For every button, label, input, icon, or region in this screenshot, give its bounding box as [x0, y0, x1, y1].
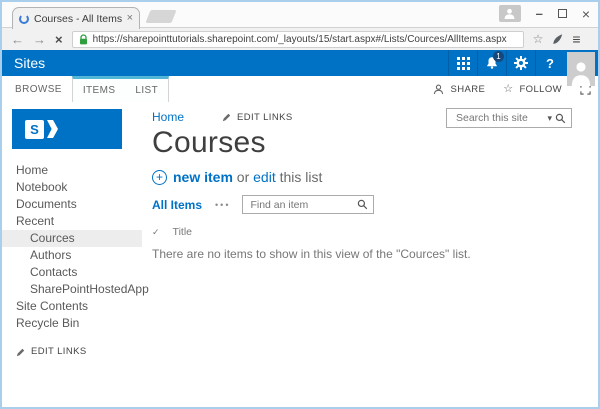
site-search-box[interactable]: ▾ — [446, 108, 572, 128]
forward-icon[interactable]: → — [33, 33, 46, 46]
select-all-check-icon[interactable]: ✓ — [152, 227, 160, 238]
maximize-icon[interactable] — [557, 9, 567, 18]
profile-person-icon — [504, 8, 515, 19]
sidebar: S Home Notebook Documents Recent Cources… — [2, 102, 149, 407]
browser-titlebar: Courses - All Items × – × — [2, 2, 598, 29]
sidebar-item-recent[interactable]: Recent — [2, 213, 142, 230]
this-list-text: this list — [279, 169, 323, 185]
help-icon: ? — [546, 55, 554, 71]
tab-items[interactable]: ITEMS — [73, 79, 126, 102]
menu-icon[interactable]: ≡ — [572, 32, 580, 46]
browser-tab[interactable]: Courses - All Items × — [12, 7, 140, 29]
suite-bar: Sites 1 ? — [2, 50, 598, 86]
find-item-box[interactable] — [242, 195, 375, 214]
breadcrumb-home-link[interactable]: Home — [152, 110, 184, 124]
sharepoint-logo-chevron-icon — [47, 120, 58, 138]
find-search-icon[interactable] — [357, 199, 368, 210]
list-header-row: ✓ Title — [152, 226, 598, 238]
browser-toolbar: ← → × https://sharepointtutorials.sharep… — [2, 28, 598, 50]
lock-icon — [79, 33, 87, 44]
sidebar-edit-links-label: EDIT LINKS — [31, 346, 87, 357]
notifications-button[interactable]: 1 — [477, 50, 506, 76]
empty-list-message: There are no items to show in this view … — [152, 247, 471, 261]
find-item-input[interactable] — [248, 197, 358, 212]
stop-icon[interactable]: × — [55, 33, 63, 46]
tab-list[interactable]: LIST — [125, 79, 168, 102]
address-bar[interactable]: https://sharepointtutorials.sharepoint.c… — [71, 30, 524, 48]
notification-badge: 1 — [493, 51, 504, 62]
tab-title: Courses - All Items — [34, 12, 122, 25]
view-ellipsis-icon[interactable]: ••• — [215, 200, 230, 210]
main-content: Home EDIT LINKS ▾ Courses + new item or — [142, 102, 598, 407]
follow-star-icon: ☆ — [503, 82, 514, 95]
new-tab-button[interactable] — [145, 10, 177, 23]
site-search-input[interactable] — [454, 111, 545, 125]
breadcrumb-edit-links[interactable]: EDIT LINKS — [222, 112, 293, 123]
sidebar-item-cources[interactable]: Cources — [2, 230, 142, 247]
bookmark-star-icon[interactable]: ☆ — [533, 33, 544, 45]
suite-brand[interactable]: Sites — [2, 55, 45, 71]
view-all-items[interactable]: All Items — [152, 198, 202, 212]
new-item-link[interactable]: new item — [173, 169, 233, 185]
user-avatar[interactable] — [567, 52, 595, 86]
minimize-icon[interactable]: – — [536, 7, 543, 20]
share-button[interactable]: SHARE — [450, 84, 485, 95]
back-icon[interactable]: ← — [11, 33, 24, 46]
tab-close-icon[interactable]: × — [127, 13, 133, 24]
breadcrumb-edit-links-label: EDIT LINKS — [237, 111, 293, 123]
window-close-icon[interactable]: × — [582, 7, 590, 21]
sidebar-item-sharepointhostedapp[interactable]: SharePointHostedApp — [2, 281, 149, 298]
apps-grid-icon — [456, 56, 470, 70]
sidebar-item-contacts[interactable]: Contacts — [2, 264, 142, 281]
search-scope-caret-icon[interactable]: ▾ — [547, 113, 552, 123]
app-launcher-button[interactable] — [448, 50, 477, 76]
settings-button[interactable] — [506, 50, 535, 76]
tab-loading-spinner-icon — [19, 13, 29, 24]
sidebar-item-notebook[interactable]: Notebook — [2, 179, 142, 196]
follow-button[interactable]: FOLLOW — [519, 84, 562, 95]
pencil-icon — [222, 113, 231, 122]
pencil-icon — [16, 348, 25, 356]
sharepoint-logo[interactable]: S — [12, 109, 122, 149]
plus-circle-icon[interactable]: + — [152, 169, 167, 185]
gear-icon — [514, 56, 528, 70]
sidebar-edit-links[interactable]: EDIT LINKS — [2, 346, 142, 357]
sidebar-item-recycle-bin[interactable]: Recycle Bin — [2, 315, 142, 332]
ribbon-contextual-group: ITEMS LIST — [71, 76, 170, 102]
tab-browse[interactable]: BROWSE — [2, 76, 72, 102]
extension-icon[interactable] — [552, 33, 563, 45]
page-title: Courses — [152, 126, 266, 159]
sidebar-item-home[interactable]: Home — [2, 162, 142, 179]
column-header-title[interactable]: Title — [173, 226, 192, 238]
sharepoint-logo-s-icon: S — [25, 119, 44, 139]
sidebar-item-site-contents[interactable]: Site Contents — [2, 298, 142, 315]
sidebar-item-authors[interactable]: Authors — [2, 247, 142, 264]
or-text: or — [236, 169, 250, 185]
avatar-person-icon — [571, 62, 591, 86]
help-button[interactable]: ? — [535, 50, 564, 76]
ribbon-bar: BROWSE ITEMS LIST SHARE ☆ FOLLOW — [2, 76, 598, 102]
browser-profile-button[interactable] — [498, 5, 521, 22]
search-icon[interactable] — [555, 113, 566, 124]
share-icon — [434, 84, 444, 94]
edit-list-link[interactable]: edit — [253, 169, 276, 185]
url-text: https://sharepointtutorials.sharepoint.c… — [92, 33, 507, 45]
sidebar-item-documents[interactable]: Documents — [2, 196, 142, 213]
